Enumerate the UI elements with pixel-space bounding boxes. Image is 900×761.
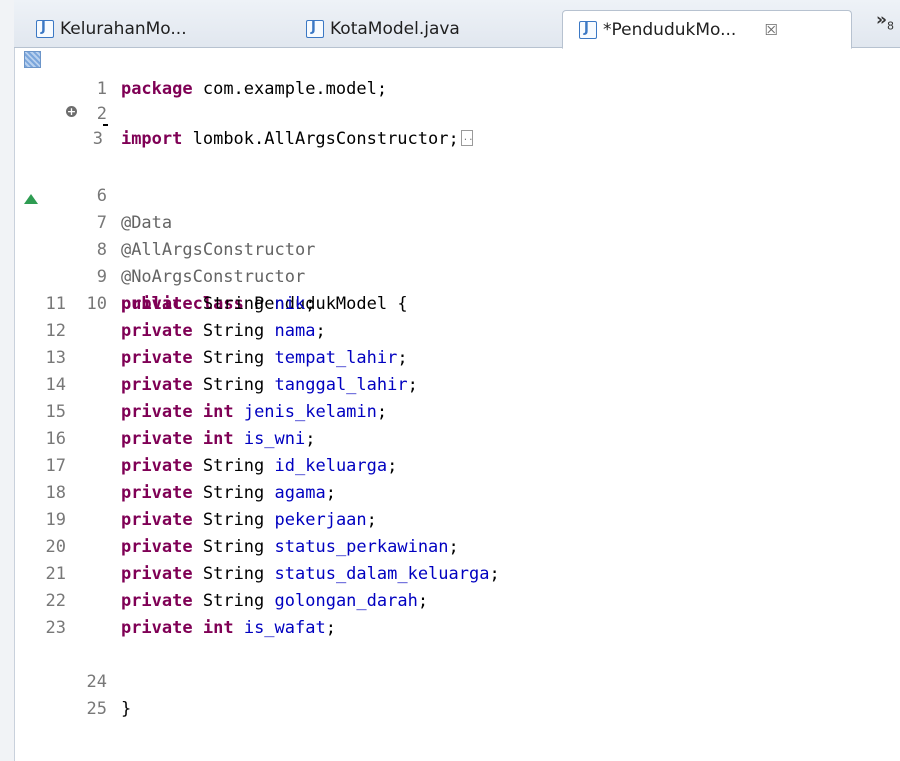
hidden-tab-count: 8 [886, 19, 894, 33]
code-line: 14 private String tanggal_lahir; [28, 372, 898, 399]
field-type: String [202, 348, 265, 368]
field-name: is_wni [243, 429, 306, 449]
code-line: 16 private int is_wni; [28, 426, 898, 453]
field-name: tanggal_lahir [274, 375, 408, 395]
field-type: String [202, 321, 265, 341]
line-number: 25 [86, 699, 107, 719]
code-line: 13 private String tempat_lahir; [28, 345, 898, 372]
tab-kota-model[interactable]: KotaModel.java [306, 10, 460, 48]
line-number: 20 [45, 537, 66, 557]
line-number: 15 [45, 402, 66, 422]
field-name: status_perkawinan [274, 537, 449, 557]
code-line: 24 [28, 642, 898, 692]
field-type: String [202, 456, 265, 476]
java-file-icon [306, 20, 324, 38]
code-line: 10 public class PendudukModel { [28, 264, 898, 314]
field-name: pekerjaan [274, 510, 367, 530]
keyword: private [120, 429, 193, 449]
keyword: private [120, 456, 193, 476]
line-number: 16 [45, 429, 66, 449]
code-line: 23 private int is_wafat; [28, 615, 898, 642]
tab-label: KelurahanMo... [60, 19, 187, 39]
line-number: 23 [45, 618, 66, 638]
keyword: private [120, 510, 193, 530]
line-number: 12 [45, 321, 66, 341]
code-line: 21 private String status_dalam_keluarga; [28, 561, 898, 588]
tab-kelurahan-model[interactable]: KelurahanMo... [36, 10, 187, 48]
field-type: String [202, 564, 265, 584]
code-line: 9 @NoArgsConstructor [28, 237, 898, 287]
line-number: 3 [92, 129, 103, 149]
field-name: nama [274, 321, 316, 341]
code-line: 3 + import lombok.AllArgsConstructor; [28, 99, 898, 152]
code-line: 18 private String agama; [28, 480, 898, 507]
field-name: agama [274, 483, 326, 503]
line-number: 17 [45, 456, 66, 476]
line-number: 18 [45, 483, 66, 503]
keyword: private [120, 564, 193, 584]
field-name: jenis_kelamin [243, 402, 377, 422]
keyword: private [120, 591, 193, 611]
keyword: private [120, 375, 193, 395]
field-type: String [202, 483, 265, 503]
line-number: 19 [45, 510, 66, 530]
editor-tab-bar: KelurahanMo... KotaModel.java *PendudukM… [14, 0, 900, 49]
tab-label: *PendudukMo... [603, 19, 737, 40]
code-line: 7 @Data [28, 183, 898, 233]
code-line: 12 private String nama; [28, 318, 898, 345]
editor-left-edge [0, 0, 15, 761]
code-line: 25} [28, 669, 898, 719]
field-name: id_keluarga [274, 456, 388, 476]
expand-fold-icon[interactable]: + [66, 106, 77, 117]
keyword: private [120, 402, 193, 422]
code-line: 2 [28, 74, 898, 126]
java-file-icon [36, 20, 54, 38]
line-number: 22 [45, 591, 66, 611]
code-line: 11 private String nik; [28, 291, 898, 318]
line-number: 21 [45, 564, 66, 584]
more-tabs-button[interactable]: »8 [876, 10, 894, 32]
field-name: golongan_darah [274, 591, 418, 611]
field-type: String [202, 375, 265, 395]
line-number: 11 [45, 294, 66, 314]
keyword: private [120, 348, 193, 368]
keyword: private [120, 321, 193, 341]
code-line: 15 private int jenis_kelamin; [28, 399, 898, 426]
folded-region-icon[interactable] [460, 125, 474, 152]
code-text: lombok.AllArgsConstructor; [182, 129, 459, 149]
code-line: 17 private String id_keluarga; [28, 453, 898, 480]
keyword: import [120, 129, 183, 149]
field-name: status_dalam_keluarga [274, 564, 490, 584]
code-line: 8 @AllArgsConstructor [28, 210, 898, 260]
tab-penduduk-model[interactable]: *PendudukMo... ☒ [562, 10, 852, 49]
field-type: int [202, 402, 234, 422]
field-name: is_wafat [243, 618, 326, 638]
field-type: String [202, 510, 265, 530]
code-line: 1 package com.example.model; [28, 49, 898, 99]
keyword: private [120, 483, 193, 503]
field-type: int [202, 429, 234, 449]
field-name: tempat_lahir [274, 348, 398, 368]
keyword: private [120, 537, 193, 557]
code-line: 6 [28, 156, 898, 206]
field-type: String [202, 294, 265, 314]
code-line: 20 private String status_perkawinan; [28, 534, 898, 561]
line-number: 13 [45, 348, 66, 368]
keyword: private [120, 294, 193, 314]
field-type: String [202, 537, 265, 557]
code-line: 19 private String pekerjaan; [28, 507, 898, 534]
tab-label: KotaModel.java [330, 19, 460, 39]
code-line: 22 private String golongan_darah; [28, 588, 898, 615]
closing-brace: } [120, 699, 132, 719]
keyword: private [120, 618, 193, 638]
code-editor[interactable]: 1 package com.example.model; 2 3 + import l… [14, 49, 900, 761]
chevron-double-right-icon: » [876, 10, 887, 30]
field-name: nik [274, 294, 306, 314]
line-number: 14 [45, 375, 66, 395]
field-type: String [202, 591, 265, 611]
field-type: int [202, 618, 234, 638]
close-tab-icon[interactable]: ☒ [764, 21, 777, 39]
java-file-icon [579, 20, 597, 39]
